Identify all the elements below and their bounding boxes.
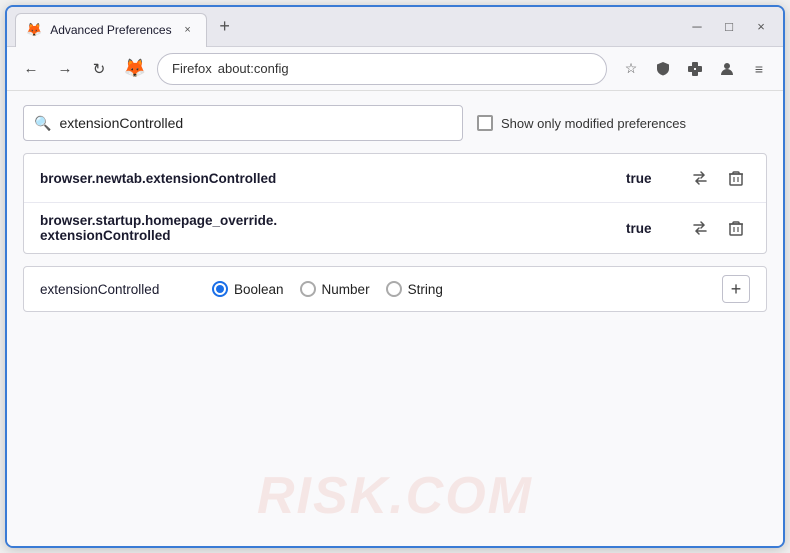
add-preference-row: extensionControlled Boolean Number Strin… [23, 266, 767, 312]
firefox-logo: 🦊 [123, 57, 147, 81]
content-area: RISK.COM 🔍 Show only modified preference… [7, 91, 783, 546]
results-table: browser.newtab.extensionControlled true [23, 153, 767, 254]
show-modified-row: Show only modified preferences [477, 115, 686, 131]
result-name-2-line1: browser.startup.homepage_override. [40, 213, 616, 228]
result-actions-2 [686, 214, 750, 242]
star-button[interactable]: ☆ [617, 55, 645, 83]
delete-button-1[interactable] [722, 164, 750, 192]
table-row: browser.startup.homepage_override. exten… [24, 203, 766, 253]
search-box[interactable]: 🔍 [23, 105, 463, 141]
minimize-button[interactable]: ─ [683, 16, 711, 38]
radio-number-circle[interactable] [300, 281, 316, 297]
address-bar[interactable]: Firefox about:config [157, 53, 607, 85]
watermark: RISK.COM [257, 466, 533, 526]
toolbar-icons: ☆ ≡ [617, 55, 773, 83]
window-controls: ─ □ × [683, 16, 775, 38]
menu-button[interactable]: ≡ [745, 55, 773, 83]
result-value-1: true [626, 171, 676, 186]
radio-boolean-circle[interactable] [212, 281, 228, 297]
swap-button-2[interactable] [686, 214, 714, 242]
table-row: browser.newtab.extensionControlled true [24, 154, 766, 203]
new-tab-button[interactable]: + [211, 13, 239, 41]
address-url: about:config [218, 61, 289, 76]
add-pref-name: extensionControlled [40, 282, 200, 297]
result-value-2: true [626, 221, 676, 236]
swap-button-1[interactable] [686, 164, 714, 192]
radio-string-label: String [408, 282, 443, 297]
forward-button[interactable]: → [51, 55, 79, 83]
search-input[interactable] [59, 115, 452, 131]
radio-boolean-label: Boolean [234, 282, 284, 297]
radio-string-circle[interactable] [386, 281, 402, 297]
account-button[interactable] [713, 55, 741, 83]
show-modified-label: Show only modified preferences [501, 116, 686, 131]
result-name-2: browser.startup.homepage_override. exten… [40, 213, 616, 243]
search-icon: 🔍 [34, 115, 51, 132]
title-bar: 🦊 Advanced Preferences × + ─ □ × [7, 7, 783, 47]
back-button[interactable]: ← [17, 55, 45, 83]
radio-number-label: Number [322, 282, 370, 297]
tab-close-button[interactable]: × [180, 22, 196, 38]
maximize-button[interactable]: □ [715, 16, 743, 38]
extension-button[interactable] [681, 55, 709, 83]
delete-button-2[interactable] [722, 214, 750, 242]
browser-name: Firefox [172, 61, 212, 76]
type-radio-group: Boolean Number String [212, 281, 710, 297]
show-modified-checkbox[interactable] [477, 115, 493, 131]
result-name-1: browser.newtab.extensionControlled [40, 171, 616, 186]
radio-boolean[interactable]: Boolean [212, 281, 284, 297]
result-actions-1 [686, 164, 750, 192]
reload-button[interactable]: ↻ [85, 55, 113, 83]
active-tab[interactable]: 🦊 Advanced Preferences × [15, 13, 207, 47]
radio-string[interactable]: String [386, 281, 443, 297]
nav-bar: ← → ↻ 🦊 Firefox about:config ☆ [7, 47, 783, 91]
tab-title: Advanced Preferences [50, 23, 171, 37]
shield-button[interactable] [649, 55, 677, 83]
result-name-2-line2: extensionControlled [40, 228, 616, 243]
radio-number[interactable]: Number [300, 281, 370, 297]
close-button[interactable]: × [747, 16, 775, 38]
search-row: 🔍 Show only modified preferences [23, 105, 767, 141]
add-pref-button[interactable]: + [722, 275, 750, 303]
browser-window: 🦊 Advanced Preferences × + ─ □ × ← → ↻ 🦊… [5, 5, 785, 548]
